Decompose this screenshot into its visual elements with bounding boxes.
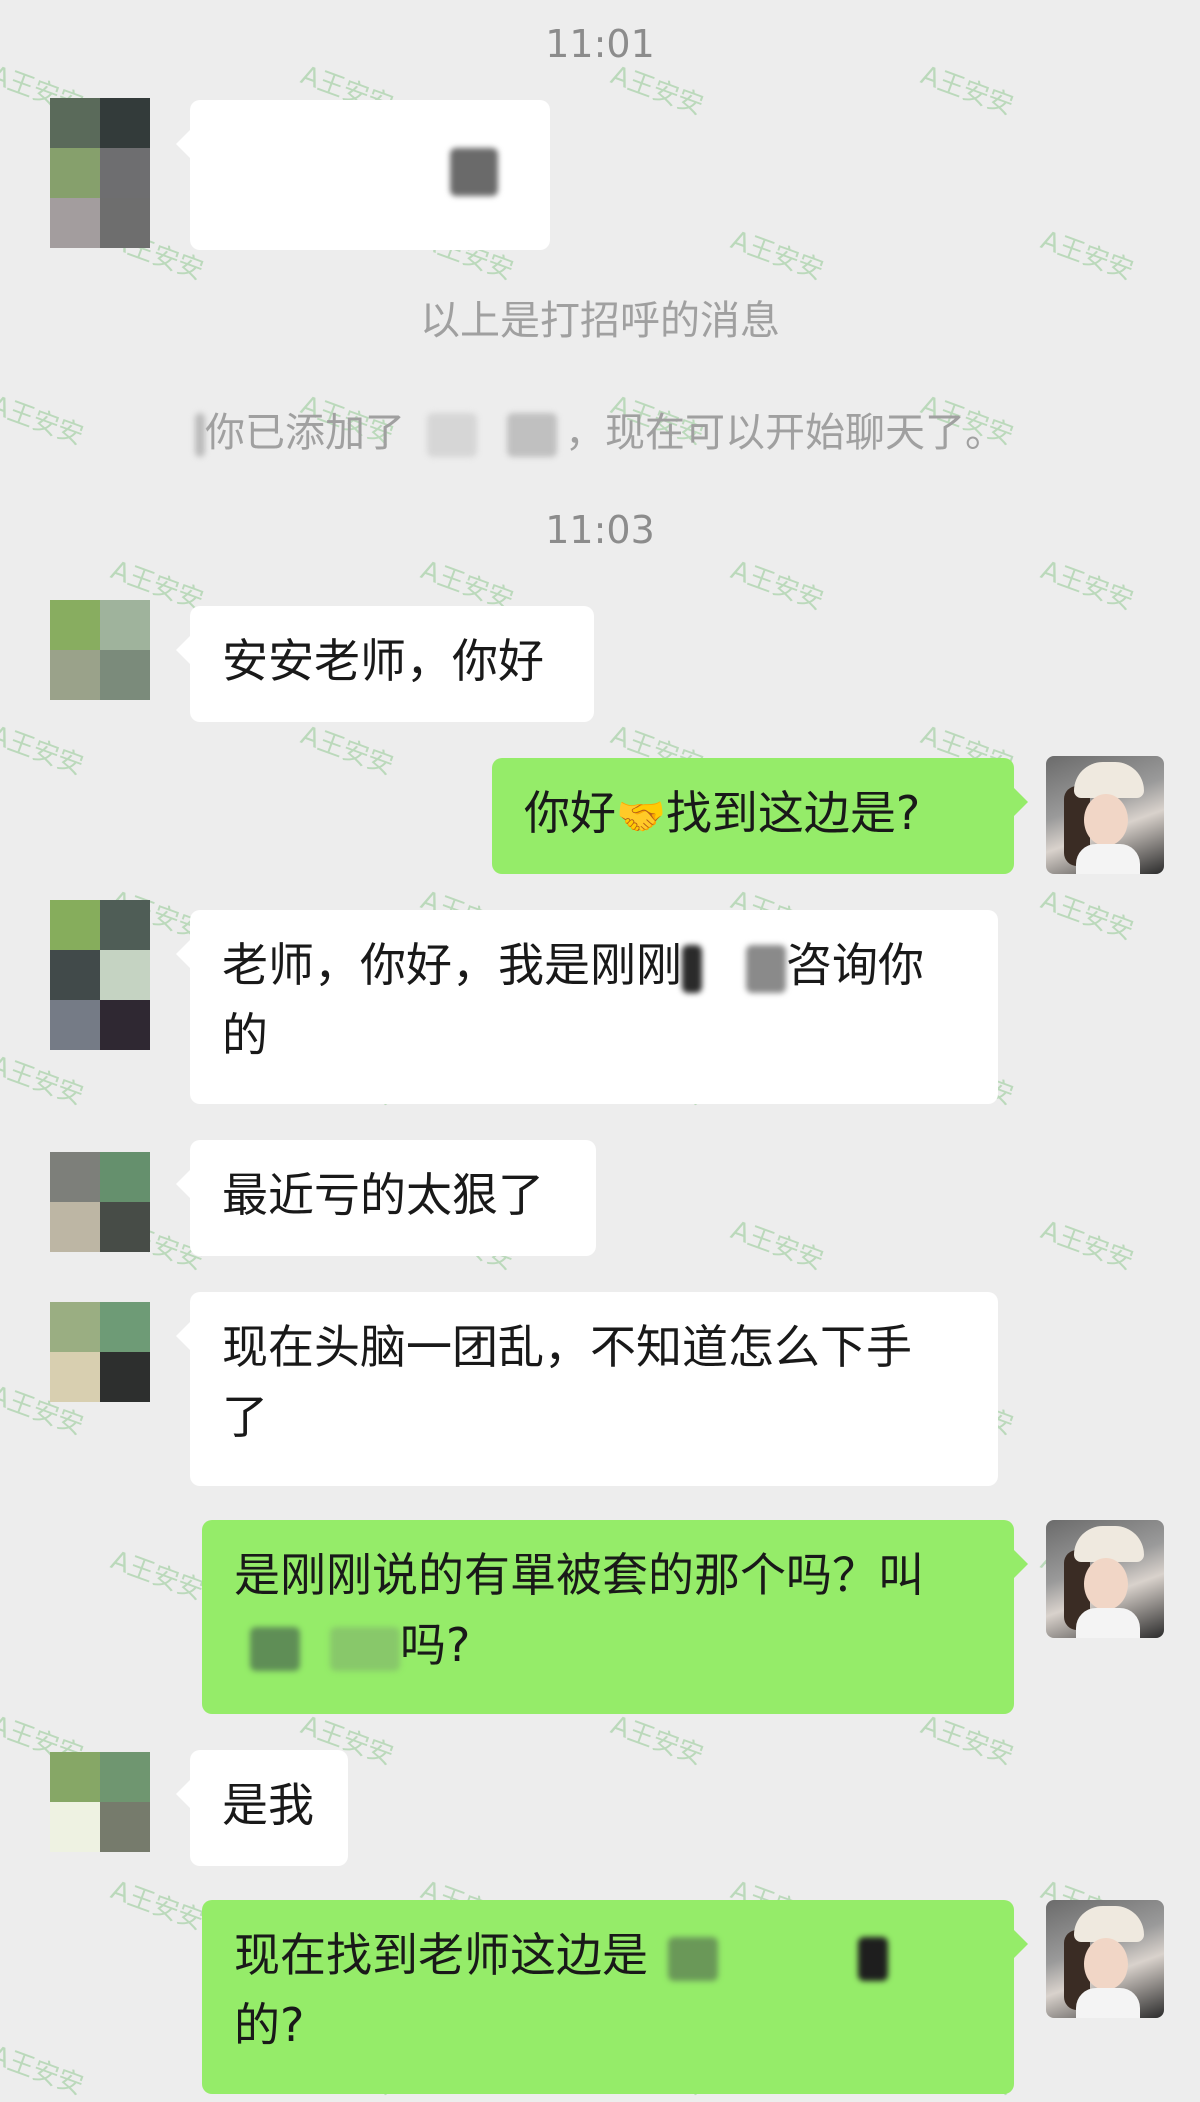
message-text: 的 [222, 1008, 268, 1062]
contact-avatar[interactable] [50, 1752, 150, 1852]
watermark-text: A王安安 [106, 1545, 208, 1607]
watermark-text: A王安安 [0, 720, 88, 782]
message-text: 的? [234, 1998, 305, 2052]
message-bubble[interactable]: 安安老师，你好 [176, 606, 594, 722]
watermark-text: A王安安 [0, 1050, 88, 1112]
redacted-block [682, 944, 702, 993]
redacted-block [330, 1626, 400, 1671]
message-bubble[interactable]: 最近亏的太狠了 [176, 1140, 596, 1256]
watermark-text: A王安安 [1036, 225, 1138, 287]
watermark-text: A王安安 [106, 1875, 208, 1937]
message-text: 最近亏的太狠了 [222, 1168, 544, 1222]
message-text: 咨询你 [786, 938, 924, 992]
message-text: 吗? [400, 1618, 471, 1672]
user-avatar[interactable] [1046, 1900, 1164, 2018]
handshake-icon: 🤝 [616, 793, 666, 840]
watermark-text: A王安安 [1036, 885, 1138, 947]
watermark-text: A王安安 [726, 1215, 828, 1277]
user-avatar[interactable] [1046, 756, 1164, 874]
message-text: 现在找到老师这边是 [234, 1928, 648, 1982]
user-avatar[interactable] [1046, 1520, 1164, 1638]
message-text: 找到这边是? [665, 786, 921, 840]
message-text: 了 [222, 1390, 268, 1444]
greeting-notice: 以上是打招呼的消息 [420, 298, 780, 344]
watermark-text: A王安安 [296, 720, 398, 782]
watermark-text: A王安安 [1036, 1215, 1138, 1277]
watermark-text: A王安安 [1036, 555, 1138, 617]
redacted-block [668, 1936, 718, 1981]
watermark-text: A王安安 [916, 1710, 1018, 1772]
redacted-block [858, 1936, 888, 1981]
message-text: 你好 [524, 786, 616, 840]
contact-avatar[interactable] [50, 900, 150, 1052]
contact-avatar[interactable] [50, 1152, 150, 1252]
message-text: 老师，你好，我是刚刚 [222, 938, 682, 992]
redacted-block [250, 1626, 300, 1671]
message-text: 现在头脑一团乱，不知道怎么下手 [222, 1320, 912, 1374]
contact-avatar[interactable] [50, 600, 150, 700]
timestamp: 11:03 [545, 508, 655, 552]
contact-avatar[interactable] [50, 98, 150, 250]
contact-avatar[interactable] [50, 1302, 150, 1402]
message-bubble-outgoing[interactable]: 你好🤝找到这边是? [492, 758, 1028, 874]
message-bubble[interactable]: 是我 [176, 1750, 348, 1866]
redacted-block [746, 944, 786, 993]
watermark-text: A王安安 [726, 225, 828, 287]
message-text: 是我 [222, 1778, 314, 1832]
message-bubble-outgoing[interactable]: 现在找到老师这边是 的? [202, 1900, 1028, 2094]
friend-added-notice: 你已添加了 ，现在可以开始聊天了。 [0, 400, 1200, 458]
message-bubble-outgoing[interactable]: 是刚刚说的有單被套的那个吗？叫 吗? [202, 1520, 1028, 1714]
greeting-message-bubble[interactable] [176, 100, 550, 250]
message-text: 是刚刚说的有單被套的那个吗？叫 [234, 1548, 924, 1602]
timestamp: 11:01 [545, 22, 655, 66]
redacted-block [450, 148, 498, 196]
message-bubble[interactable]: 现在头脑一团乱，不知道怎么下手 了 [176, 1292, 998, 1486]
watermark-text: A王安安 [726, 555, 828, 617]
message-text: 安安老师，你好 [222, 634, 544, 688]
message-bubble[interactable]: 老师，你好，我是刚刚 咨询你 的 [176, 910, 998, 1104]
watermark-text: A王安安 [0, 2040, 88, 2102]
watermark-text: A王安安 [606, 1710, 708, 1772]
